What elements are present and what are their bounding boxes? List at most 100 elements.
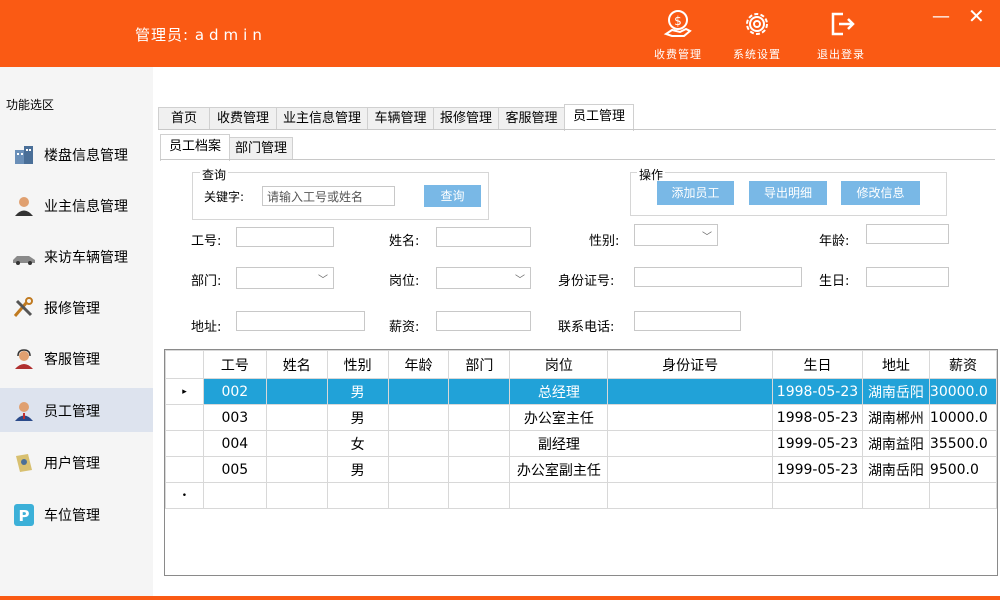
cell-name[interactable] — [265, 430, 328, 457]
tab-service[interactable]: 客服管理 — [498, 107, 565, 130]
cell-age[interactable] — [387, 456, 450, 483]
keyword-input[interactable]: 请输入工号或姓名 — [262, 186, 395, 206]
cell-idcard[interactable] — [607, 378, 773, 405]
cell-empty[interactable] — [607, 482, 773, 509]
table-row[interactable]: ▸ 002 男 总经理 1998-05-23 湖南岳阳 30000.0 — [165, 378, 997, 405]
tab-charge[interactable]: 收费管理 — [209, 107, 277, 130]
system-settings-button[interactable]: 系统设置 — [722, 6, 792, 62]
cell-name[interactable] — [265, 456, 328, 483]
cell-salary[interactable]: 30000.0 — [928, 378, 997, 405]
phone-input[interactable] — [634, 311, 741, 331]
cell-department[interactable] — [448, 404, 511, 431]
sidebar-item-parking[interactable]: P 车位管理 — [0, 492, 153, 536]
staff-table[interactable]: 工号 姓名 性别 年龄 部门 岗位 身份证号 生日 地址 薪资 ▸ 002 男 … — [164, 349, 998, 576]
export-detail-button[interactable]: 导出明细 — [749, 181, 827, 205]
sidebar-item-vehicle[interactable]: 来访车辆管理 — [0, 234, 153, 278]
minimize-icon[interactable]: — — [932, 6, 950, 27]
cell-id[interactable]: 004 — [202, 430, 267, 457]
cell-address[interactable]: 湖南岳阳 — [861, 456, 930, 483]
position-select[interactable]: ﹀ — [436, 267, 531, 289]
cell-age[interactable] — [387, 378, 450, 405]
cell-id[interactable]: 005 — [202, 456, 267, 483]
column-header[interactable]: 岗位 — [509, 350, 609, 379]
column-header[interactable]: 工号 — [202, 350, 267, 379]
id-input[interactable] — [236, 227, 334, 247]
cell-empty[interactable] — [448, 482, 511, 509]
edit-info-button[interactable]: 修改信息 — [841, 181, 920, 205]
subtab-department[interactable]: 部门管理 — [229, 137, 293, 160]
cell-gender[interactable]: 男 — [326, 378, 389, 405]
subtab-staff-file[interactable]: 员工档案 — [160, 134, 230, 161]
cell-empty[interactable] — [928, 482, 997, 509]
table-new-row[interactable]: • — [165, 482, 997, 509]
tab-owner[interactable]: 业主信息管理 — [276, 107, 368, 130]
sidebar-item-service[interactable]: 客服管理 — [0, 336, 153, 380]
cell-idcard[interactable] — [607, 404, 773, 431]
name-input[interactable] — [436, 227, 531, 247]
birthday-input[interactable] — [866, 267, 949, 287]
cell-gender[interactable]: 男 — [326, 404, 389, 431]
table-row[interactable]: 005 男 办公室副主任 1999-05-23 湖南岳阳 9500.0 — [165, 456, 997, 483]
sidebar-item-users[interactable]: 用户管理 — [0, 440, 153, 484]
cell-address[interactable]: 湖南岳阳 — [861, 378, 930, 405]
department-select[interactable]: ﹀ — [236, 267, 334, 289]
table-row[interactable]: 003 男 办公室主任 1998-05-23 湖南郴州 10000.0 — [165, 404, 997, 431]
cell-id[interactable]: 003 — [202, 404, 267, 431]
cell-department[interactable] — [448, 378, 511, 405]
cell-empty[interactable] — [387, 482, 450, 509]
cell-position[interactable]: 总经理 — [509, 378, 609, 405]
column-header[interactable]: 姓名 — [265, 350, 328, 379]
cell-salary[interactable]: 9500.0 — [928, 456, 997, 483]
column-header[interactable]: 年龄 — [387, 350, 450, 379]
column-header[interactable]: 生日 — [771, 350, 863, 379]
cell-age[interactable] — [387, 404, 450, 431]
tab-vehicle[interactable]: 车辆管理 — [367, 107, 434, 130]
tab-staff[interactable]: 员工管理 — [564, 104, 634, 131]
cell-position[interactable]: 办公室副主任 — [509, 456, 609, 483]
cell-gender[interactable]: 女 — [326, 430, 389, 457]
cell-idcard[interactable] — [607, 456, 773, 483]
cell-address[interactable]: 湖南益阳 — [861, 430, 930, 457]
sidebar-item-staff[interactable]: 员工管理 — [0, 388, 153, 432]
cell-address[interactable]: 湖南郴州 — [861, 404, 930, 431]
cell-birthday[interactable]: 1999-05-23 — [771, 430, 863, 457]
column-header[interactable]: 身份证号 — [607, 350, 773, 379]
address-input[interactable] — [236, 311, 365, 331]
cell-empty[interactable] — [326, 482, 389, 509]
cell-empty[interactable] — [771, 482, 863, 509]
cell-birthday[interactable]: 1998-05-23 — [771, 378, 863, 405]
idcard-input[interactable] — [634, 267, 802, 287]
logout-button[interactable]: 退出登录 — [806, 6, 876, 62]
column-header[interactable]: 地址 — [861, 350, 930, 379]
cell-empty[interactable] — [202, 482, 267, 509]
age-input[interactable] — [866, 224, 949, 244]
close-icon[interactable]: ✕ — [968, 4, 985, 28]
table-row[interactable]: 004 女 副经理 1999-05-23 湖南益阳 35500.0 — [165, 430, 997, 457]
charge-manage-button[interactable]: $ 收费管理 — [643, 6, 713, 62]
column-header[interactable]: 薪资 — [928, 350, 997, 379]
cell-gender[interactable]: 男 — [326, 456, 389, 483]
cell-age[interactable] — [387, 430, 450, 457]
sidebar-item-building[interactable]: 楼盘信息管理 — [0, 132, 153, 176]
sidebar-item-owner[interactable]: 业主信息管理 — [0, 183, 153, 227]
query-button[interactable]: 查询 — [424, 185, 481, 207]
cell-salary[interactable]: 35500.0 — [928, 430, 997, 457]
gender-select[interactable]: ﹀ — [634, 224, 718, 246]
cell-position[interactable]: 办公室主任 — [509, 404, 609, 431]
salary-input[interactable] — [436, 311, 531, 331]
cell-birthday[interactable]: 1999-05-23 — [771, 456, 863, 483]
cell-birthday[interactable]: 1998-05-23 — [771, 404, 863, 431]
cell-empty[interactable] — [509, 482, 609, 509]
cell-empty[interactable] — [861, 482, 930, 509]
cell-idcard[interactable] — [607, 430, 773, 457]
cell-name[interactable] — [265, 404, 328, 431]
tab-home[interactable]: 首页 — [158, 107, 210, 130]
column-header[interactable]: 部门 — [448, 350, 511, 379]
cell-department[interactable] — [448, 456, 511, 483]
tab-repair[interactable]: 报修管理 — [433, 107, 499, 130]
cell-name[interactable] — [265, 378, 328, 405]
cell-department[interactable] — [448, 430, 511, 457]
add-staff-button[interactable]: 添加员工 — [657, 181, 734, 205]
column-header[interactable]: 性别 — [326, 350, 389, 379]
cell-empty[interactable] — [265, 482, 328, 509]
